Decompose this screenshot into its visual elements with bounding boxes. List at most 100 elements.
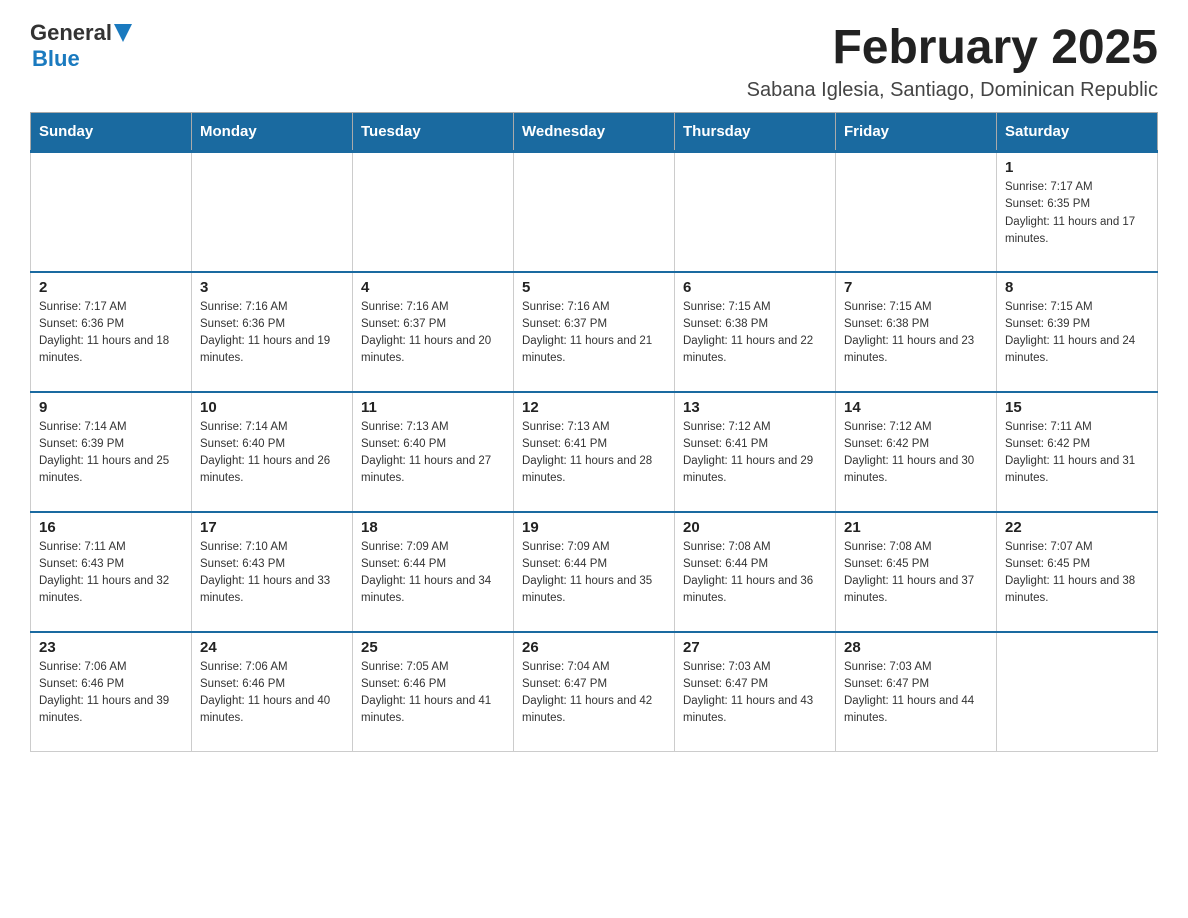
calendar-cell: 18 Sunrise: 7:09 AMSunset: 6:44 PMDayligh…: [353, 512, 514, 632]
calendar-cell: 20 Sunrise: 7:08 AMSunset: 6:44 PMDayligh…: [675, 512, 836, 632]
calendar-cell: 3 Sunrise: 7:16 AMSunset: 6:36 PMDaylight…: [192, 272, 353, 392]
page-title: February 2025: [747, 20, 1158, 75]
calendar-cell: 21 Sunrise: 7:08 AMSunset: 6:45 PMDayligh…: [836, 512, 997, 632]
page-subtitle: Sabana Iglesia, Santiago, Dominican Repu…: [747, 79, 1158, 102]
day-info: Sunrise: 7:11 AMSunset: 6:43 PMDaylight:…: [39, 539, 183, 608]
day-number: 6: [683, 279, 827, 296]
day-number: 4: [361, 279, 505, 296]
day-info: Sunrise: 7:15 AMSunset: 6:38 PMDaylight:…: [844, 299, 988, 368]
weekday-header-wednesday: Wednesday: [514, 113, 675, 152]
calendar-cell: 16 Sunrise: 7:11 AMSunset: 6:43 PMDayligh…: [31, 512, 192, 632]
day-info: Sunrise: 7:17 AMSunset: 6:35 PMDaylight:…: [1005, 179, 1149, 248]
day-info: Sunrise: 7:09 AMSunset: 6:44 PMDaylight:…: [522, 539, 666, 608]
weekday-header-tuesday: Tuesday: [353, 113, 514, 152]
calendar-cell: 9 Sunrise: 7:14 AMSunset: 6:39 PMDaylight…: [31, 392, 192, 512]
day-number: 23: [39, 639, 183, 656]
weekday-header-sunday: Sunday: [31, 113, 192, 152]
day-number: 9: [39, 399, 183, 416]
day-number: 16: [39, 519, 183, 536]
day-number: 11: [361, 399, 505, 416]
calendar-cell: [836, 152, 997, 272]
day-info: Sunrise: 7:13 AMSunset: 6:40 PMDaylight:…: [361, 419, 505, 488]
logo-blue-text: Blue: [32, 46, 80, 72]
logo-general-text: General: [30, 20, 112, 46]
day-info: Sunrise: 7:12 AMSunset: 6:41 PMDaylight:…: [683, 419, 827, 488]
day-info: Sunrise: 7:15 AMSunset: 6:38 PMDaylight:…: [683, 299, 827, 368]
day-number: 10: [200, 399, 344, 416]
day-info: Sunrise: 7:11 AMSunset: 6:42 PMDaylight:…: [1005, 419, 1149, 488]
day-number: 20: [683, 519, 827, 536]
logo-triangle-icon: [114, 24, 132, 42]
day-info: Sunrise: 7:04 AMSunset: 6:47 PMDaylight:…: [522, 659, 666, 728]
day-number: 8: [1005, 279, 1149, 296]
calendar-cell: 7 Sunrise: 7:15 AMSunset: 6:38 PMDaylight…: [836, 272, 997, 392]
calendar-cell: 4 Sunrise: 7:16 AMSunset: 6:37 PMDaylight…: [353, 272, 514, 392]
calendar-cell: 1Sunrise: 7:17 AMSunset: 6:35 PMDaylight…: [997, 152, 1158, 272]
weekday-header-thursday: Thursday: [675, 113, 836, 152]
calendar-week-3: 9 Sunrise: 7:14 AMSunset: 6:39 PMDaylight…: [31, 392, 1158, 512]
calendar-cell: 11 Sunrise: 7:13 AMSunset: 6:40 PMDayligh…: [353, 392, 514, 512]
day-info: Sunrise: 7:08 AMSunset: 6:44 PMDaylight:…: [683, 539, 827, 608]
calendar-cell: 22 Sunrise: 7:07 AMSunset: 6:45 PMDayligh…: [997, 512, 1158, 632]
day-number: 14: [844, 399, 988, 416]
day-number: 18: [361, 519, 505, 536]
calendar-cell: [997, 632, 1158, 752]
calendar-cell: [31, 152, 192, 272]
calendar-week-1: 1Sunrise: 7:17 AMSunset: 6:35 PMDaylight…: [31, 152, 1158, 272]
day-info: Sunrise: 7:16 AMSunset: 6:37 PMDaylight:…: [361, 299, 505, 368]
calendar-cell: 23Sunrise: 7:06 AMSunset: 6:46 PMDayligh…: [31, 632, 192, 752]
calendar-cell: 6 Sunrise: 7:15 AMSunset: 6:38 PMDaylight…: [675, 272, 836, 392]
day-info: Sunrise: 7:16 AMSunset: 6:37 PMDaylight:…: [522, 299, 666, 368]
calendar-week-4: 16 Sunrise: 7:11 AMSunset: 6:43 PMDayligh…: [31, 512, 1158, 632]
calendar-cell: [353, 152, 514, 272]
calendar-cell: 28 Sunrise: 7:03 AMSunset: 6:47 PMDayligh…: [836, 632, 997, 752]
day-info: Sunrise: 7:09 AMSunset: 6:44 PMDaylight:…: [361, 539, 505, 608]
day-number: 5: [522, 279, 666, 296]
day-info: Sunrise: 7:05 AMSunset: 6:46 PMDaylight:…: [361, 659, 505, 728]
calendar-cell: 13 Sunrise: 7:12 AMSunset: 6:41 PMDayligh…: [675, 392, 836, 512]
day-info: Sunrise: 7:16 AMSunset: 6:36 PMDaylight:…: [200, 299, 344, 368]
calendar-cell: 19 Sunrise: 7:09 AMSunset: 6:44 PMDayligh…: [514, 512, 675, 632]
calendar-cell: 5 Sunrise: 7:16 AMSunset: 6:37 PMDaylight…: [514, 272, 675, 392]
page-header: General Blue February 2025 Sabana Iglesi…: [30, 20, 1158, 102]
day-info: Sunrise: 7:06 AMSunset: 6:46 PMDaylight:…: [200, 659, 344, 728]
calendar-cell: 25Sunrise: 7:05 AMSunset: 6:46 PMDayligh…: [353, 632, 514, 752]
day-info: Sunrise: 7:15 AMSunset: 6:39 PMDaylight:…: [1005, 299, 1149, 368]
day-number: 13: [683, 399, 827, 416]
calendar-cell: [192, 152, 353, 272]
calendar-week-5: 23 Sunrise: 7:06 AMSunset: 6:46 PMDayligh…: [31, 632, 1158, 752]
calendar-cell: 2Sunrise: 7:17 AMSunset: 6:36 PMDaylight…: [31, 272, 192, 392]
calendar-cell: 26Sunrise: 7:04 AMSunset: 6:47 PMDayligh…: [514, 632, 675, 752]
calendar-cell: 17Sunrise: 7:10 AMSunset: 6:43 PMDayligh…: [192, 512, 353, 632]
day-info: Sunrise: 7:17 AMSunset: 6:36 PMDaylight:…: [39, 299, 183, 368]
day-info: Sunrise: 7:08 AMSunset: 6:45 PMDaylight:…: [844, 539, 988, 608]
day-info: Sunrise: 7:07 AMSunset: 6:45 PMDaylight:…: [1005, 539, 1149, 608]
logo-icon: [114, 24, 132, 42]
day-info: Sunrise: 7:14 AMSunset: 6:40 PMDaylight:…: [200, 419, 344, 488]
logo: General Blue: [30, 20, 132, 72]
day-number: 28: [844, 639, 988, 656]
day-number: 22: [1005, 519, 1149, 536]
weekday-header-monday: Monday: [192, 113, 353, 152]
calendar-cell: [675, 152, 836, 272]
calendar-cell: 12Sunrise: 7:13 AMSunset: 6:41 PMDayligh…: [514, 392, 675, 512]
calendar-cell: 15Sunrise: 7:11 AMSunset: 6:42 PMDayligh…: [997, 392, 1158, 512]
day-number: 27: [683, 639, 827, 656]
day-number: 3: [200, 279, 344, 296]
calendar-cell: [514, 152, 675, 272]
day-info: Sunrise: 7:14 AMSunset: 6:39 PMDaylight:…: [39, 419, 183, 488]
calendar-week-2: 2Sunrise: 7:17 AMSunset: 6:36 PMDaylight…: [31, 272, 1158, 392]
day-number: 7: [844, 279, 988, 296]
calendar-table: SundayMondayTuesdayWednesdayThursdayFrid…: [30, 112, 1158, 752]
day-number: 19: [522, 519, 666, 536]
day-info: Sunrise: 7:13 AMSunset: 6:41 PMDaylight:…: [522, 419, 666, 488]
calendar-cell: 14Sunrise: 7:12 AMSunset: 6:42 PMDayligh…: [836, 392, 997, 512]
day-info: Sunrise: 7:10 AMSunset: 6:43 PMDaylight:…: [200, 539, 344, 608]
day-number: 21: [844, 519, 988, 536]
calendar-cell: 10 Sunrise: 7:14 AMSunset: 6:40 PMDayligh…: [192, 392, 353, 512]
weekday-header-friday: Friday: [836, 113, 997, 152]
calendar-cell: 24Sunrise: 7:06 AMSunset: 6:46 PMDayligh…: [192, 632, 353, 752]
weekday-header-saturday: Saturday: [997, 113, 1158, 152]
calendar-cell: 27Sunrise: 7:03 AMSunset: 6:47 PMDayligh…: [675, 632, 836, 752]
day-info: Sunrise: 7:03 AMSunset: 6:47 PMDaylight:…: [844, 659, 988, 728]
